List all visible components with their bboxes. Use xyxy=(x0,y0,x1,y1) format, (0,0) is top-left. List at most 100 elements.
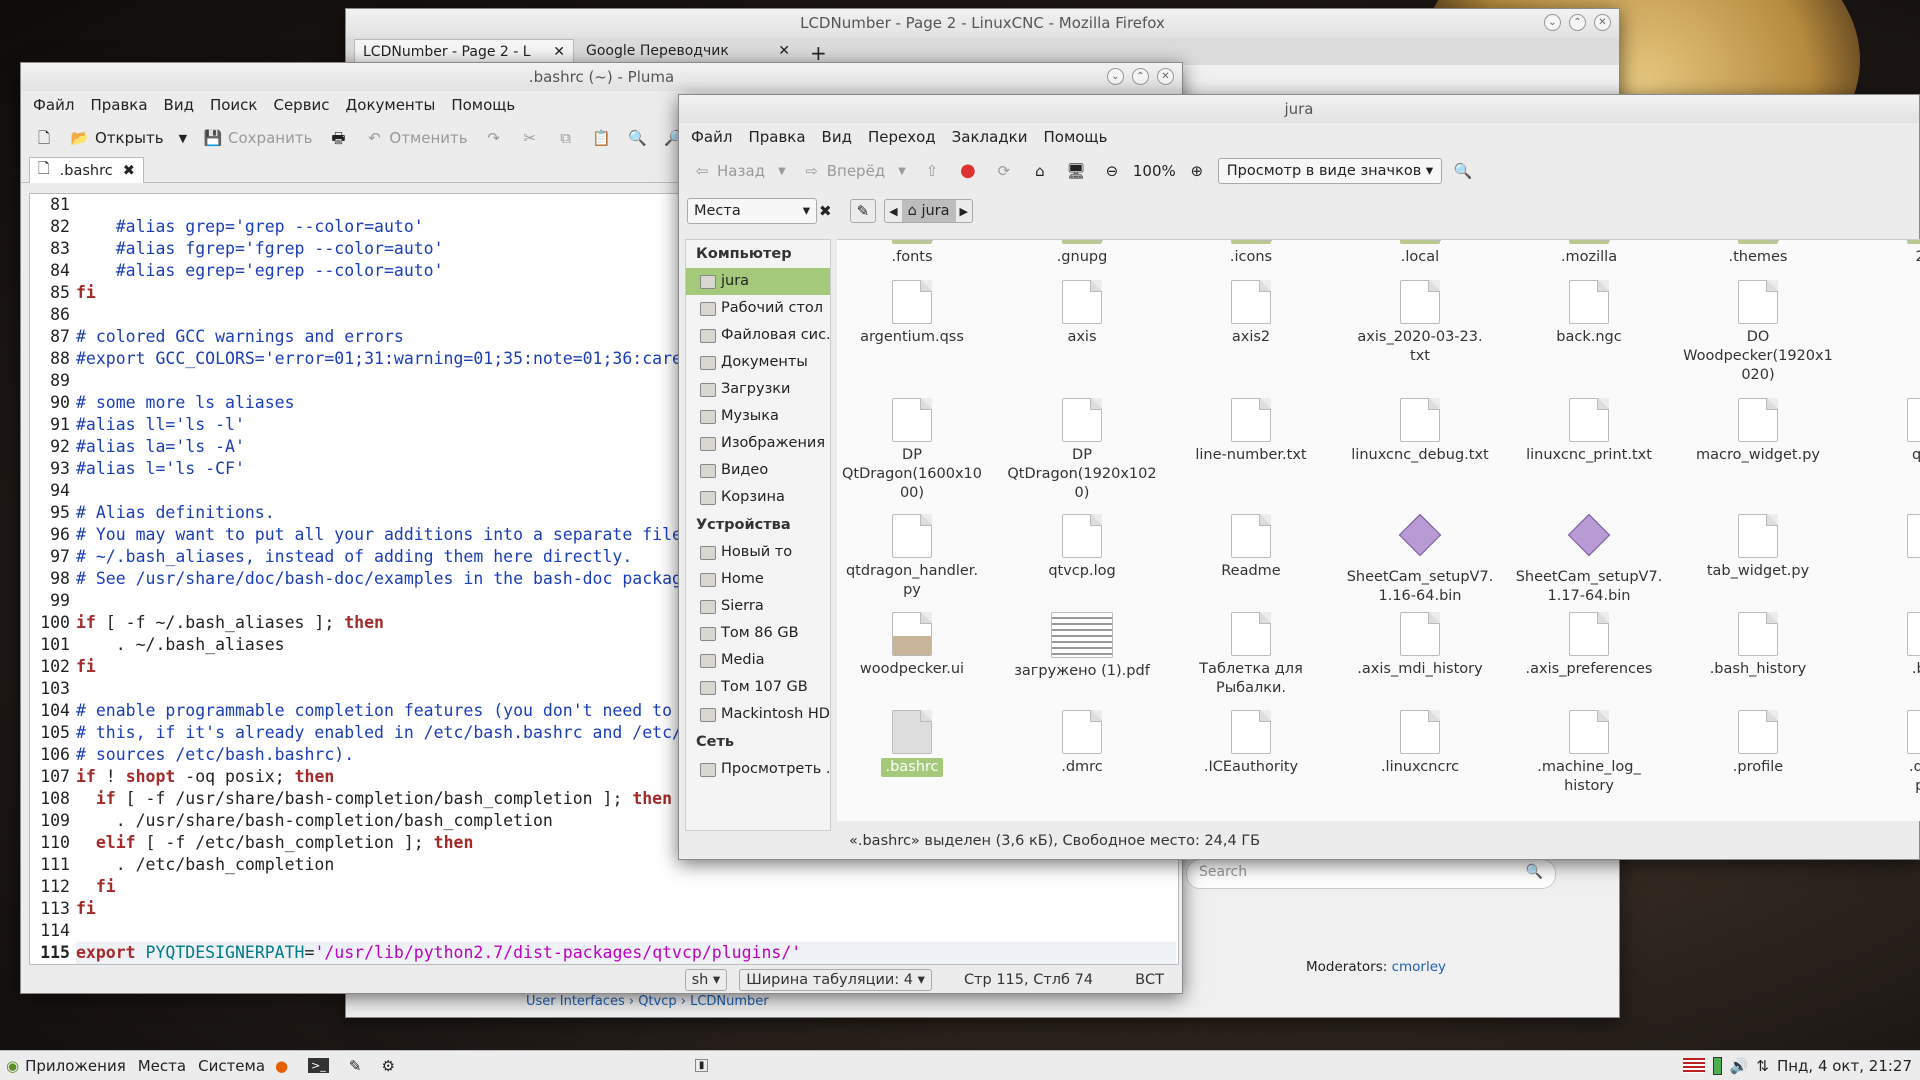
sidebar-item[interactable]: Новый то xyxy=(686,539,830,566)
system-menu[interactable]: Система xyxy=(198,1057,265,1075)
file-item[interactable]: DO Woodpecker(1920x1 020) xyxy=(1683,280,1833,385)
text-editor-launcher-icon[interactable]: ✎ xyxy=(349,1057,362,1075)
sidebar-item[interactable]: Загрузки xyxy=(686,376,830,403)
file-item[interactable]: Readme xyxy=(1176,514,1326,581)
dropdown-arrow-icon[interactable]: ▼ xyxy=(778,166,786,177)
redo-button[interactable]: ↷ xyxy=(479,125,509,151)
tab-width-select[interactable]: Ширина табуляции: 4 ▾ xyxy=(739,969,932,991)
maximize-icon[interactable]: ⌃ xyxy=(1569,14,1586,31)
computer-button[interactable]: 🖥 xyxy=(1061,158,1091,184)
file-item[interactable]: qtdragon_handler. py xyxy=(837,514,987,600)
sidebar-item[interactable]: Видео xyxy=(686,457,830,484)
file-item[interactable]: macro_widget.py xyxy=(1683,398,1833,465)
menu-search[interactable]: Поиск xyxy=(202,96,266,114)
maximize-icon[interactable]: ⌃ xyxy=(1132,68,1149,85)
sidebar-item[interactable]: jura xyxy=(686,268,830,295)
code-line[interactable]: fi xyxy=(76,876,1176,898)
mate-logo-icon[interactable]: ◉ xyxy=(6,1057,19,1075)
file-item[interactable]: .fonts xyxy=(837,240,987,267)
file-item[interactable]: .themes xyxy=(1683,240,1833,267)
file-item[interactable]: загружено (1).pdf xyxy=(1007,612,1157,681)
file-item[interactable]: .gnupg xyxy=(1007,240,1157,267)
file-item[interactable]: .ICEauthority xyxy=(1176,710,1326,777)
menu-view[interactable]: Вид xyxy=(156,96,202,114)
code-line[interactable]: export PYQTDESIGNERPATH='/usr/lib/python… xyxy=(76,942,1176,964)
firefox-titlebar[interactable]: LCDNumber - Page 2 - LinuxCNC - Mozilla … xyxy=(346,9,1619,37)
sidebar-item[interactable]: Изображения xyxy=(686,430,830,457)
path-button-jura[interactable]: ⌂ jura xyxy=(901,200,956,222)
close-icon[interactable]: ✕ xyxy=(553,44,565,61)
menu-file[interactable]: Файл xyxy=(25,96,82,114)
open-button[interactable]: 📂 Открыть ▼ xyxy=(65,125,192,151)
file-item[interactable]: .axis_preferences xyxy=(1514,612,1664,679)
save-button[interactable]: 💾 Сохранить xyxy=(198,125,317,151)
undo-button[interactable]: ↶ Отменить xyxy=(359,125,472,151)
file-view[interactable]: .fonts .gnupg .icons .local .mozilla .themes 2… xyxy=(837,239,1920,821)
menu-help[interactable]: Помощь xyxy=(1035,128,1115,146)
file-item[interactable]: .icons xyxy=(1176,240,1326,267)
minimize-icon[interactable]: ⌄ xyxy=(1107,68,1124,85)
menu-go[interactable]: Переход xyxy=(860,128,944,146)
code-line[interactable] xyxy=(76,920,1176,942)
file-item[interactable]: .qtvcpre xyxy=(1852,710,1920,796)
menu-documents[interactable]: Документы xyxy=(338,96,444,114)
file-item[interactable]: ur xyxy=(1852,514,1920,581)
places-select[interactable]: Места ▾ xyxy=(687,198,817,224)
forum-search-input[interactable]: Search 🔍 xyxy=(1186,859,1556,889)
battery-icon[interactable] xyxy=(1712,1056,1722,1075)
find-button[interactable]: 🔍 xyxy=(623,125,653,151)
sidebar-item[interactable]: Media xyxy=(686,647,830,674)
menu-edit[interactable]: Правка xyxy=(740,128,813,146)
file-item[interactable]: .bas xyxy=(1852,612,1920,679)
window-list-icon[interactable]: ▮ xyxy=(694,1059,709,1072)
menu-edit[interactable]: Правка xyxy=(82,96,155,114)
new-file-button[interactable]: 🗋 xyxy=(29,125,59,151)
file-item[interactable]: .bash_history xyxy=(1683,612,1833,679)
file-item[interactable]: qtvcp.log xyxy=(1007,514,1157,581)
file-item[interactable]: DP QtDragon(1920x102 0) xyxy=(1007,398,1157,503)
view-mode-select[interactable]: Просмотр в виде значков ▾ xyxy=(1217,158,1443,184)
file-item[interactable]: .axis_mdi_history xyxy=(1345,612,1495,679)
caja-titlebar[interactable]: jura xyxy=(679,95,1919,123)
path-left-icon[interactable]: ◀ xyxy=(885,205,901,218)
flag-us-icon[interactable] xyxy=(1682,1058,1705,1073)
file-item[interactable]: axis xyxy=(1007,280,1157,347)
file-item[interactable]: SheetCam_setupV7. 1.17-64.bin xyxy=(1514,513,1664,606)
forum-breadcrumb[interactable]: User Interfaces › Qtvcp › LCDNumber xyxy=(526,994,769,1009)
home-button[interactable]: ⌂ xyxy=(1025,158,1055,184)
places-menu[interactable]: Места xyxy=(138,1057,186,1075)
sidebar-item[interactable]: Файловая сис... xyxy=(686,322,830,349)
file-item[interactable]: .local xyxy=(1345,240,1495,267)
network-icon[interactable]: ⇅ xyxy=(1756,1057,1769,1075)
menu-help[interactable]: Помощь xyxy=(443,96,523,114)
forward-button[interactable]: ⇨ Вперёд ▼ xyxy=(797,158,911,184)
file-item[interactable]: .linuxcncrc xyxy=(1345,710,1495,777)
print-button[interactable]: 🖶 xyxy=(323,125,353,151)
menu-bookmarks[interactable]: Закладки xyxy=(944,128,1036,146)
up-button[interactable]: ⇧ xyxy=(917,158,947,184)
code-line[interactable]: fi xyxy=(76,898,1176,920)
sidebar-item[interactable]: Музыка xyxy=(686,403,830,430)
cut-button[interactable]: ✂ xyxy=(515,125,545,151)
zoom-out-button[interactable]: ⊖ xyxy=(1097,158,1127,184)
file-item[interactable]: line-number.txt xyxy=(1176,398,1326,465)
minimize-icon[interactable]: ⌄ xyxy=(1544,14,1561,31)
close-sidebar-icon[interactable]: ✖ xyxy=(819,202,832,220)
sidebar-item[interactable]: Том 107 GB xyxy=(686,674,830,701)
search-button[interactable]: 🔍 xyxy=(1448,158,1478,184)
close-icon[interactable]: ✕ xyxy=(1594,14,1611,31)
paste-button[interactable]: 📋 xyxy=(587,125,617,151)
pluma-titlebar[interactable]: .bashrc (~) - Pluma ⌄ ⌃ ✕ xyxy=(21,63,1182,91)
language-select[interactable]: sh ▾ xyxy=(684,969,728,991)
clock[interactable]: Пнд, 4 окт, 21:27 xyxy=(1777,1057,1912,1075)
zoom-in-button[interactable]: ⊕ xyxy=(1182,158,1212,184)
file-item[interactable]: linuxcnc_debug.txt xyxy=(1345,398,1495,465)
file-item[interactable]: argentium.qss xyxy=(837,280,987,347)
firefox-launcher-icon[interactable]: ● xyxy=(275,1057,288,1075)
volume-icon[interactable]: 🔊 xyxy=(1730,1057,1749,1075)
app-launcher-icon[interactable]: ⚙ xyxy=(381,1057,394,1075)
file-item[interactable]: back.ngc xyxy=(1514,280,1664,347)
file-item[interactable]: .bashrc xyxy=(837,710,987,777)
close-icon[interactable]: ✕ xyxy=(778,43,790,61)
sidebar-item[interactable]: Mackintosh HD xyxy=(686,701,830,728)
